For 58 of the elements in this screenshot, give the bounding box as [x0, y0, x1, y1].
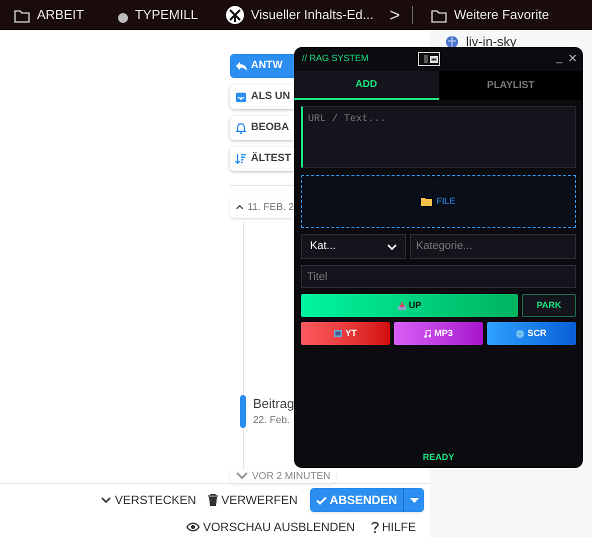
text-input[interactable]: URL / Text...	[301, 106, 576, 168]
chevron-down-icon	[387, 244, 397, 250]
chevron-down-icon	[236, 472, 248, 480]
toggle-icon	[418, 52, 440, 66]
chevron-down-icon	[100, 496, 111, 504]
panel-title: // RAG SYSTEM	[302, 52, 369, 66]
minimize-button[interactable]: _	[556, 52, 562, 64]
hide-button[interactable]: VERSTECKEN	[100, 491, 196, 509]
dropdown-button[interactable]	[403, 488, 424, 512]
upload-button[interactable]: UP	[301, 294, 518, 317]
music-note-icon	[424, 330, 432, 338]
bell-icon	[235, 122, 247, 134]
panel-tab[interactable]: PLAYLIST	[438, 71, 583, 100]
category-select[interactable]: Kat...	[301, 234, 406, 259]
bookmark[interactable]: TYPEMILL	[118, 5, 198, 25]
caret-icon	[410, 498, 418, 502]
file-label: FILE	[436, 194, 456, 208]
title-field[interactable]: Titel	[301, 265, 576, 288]
action-button[interactable]: ÄLTEST	[230, 147, 294, 171]
park-button[interactable]: PARK	[522, 294, 576, 317]
close-button[interactable]: ×	[568, 52, 577, 66]
more-bookmarks[interactable]: >	[389, 2, 400, 28]
action-button[interactable]: ALS UN	[230, 85, 294, 109]
sort-icon	[235, 153, 247, 165]
category-field[interactable]: Kategorie...	[410, 234, 576, 259]
tv-icon	[334, 330, 342, 337]
timeline-date: 11. FEB. 2	[247, 200, 294, 214]
status-text: READY	[422, 450, 456, 464]
inbox-icon	[235, 91, 247, 103]
question-icon	[370, 521, 379, 533]
bookmark[interactable]: ARBEIT	[14, 5, 84, 25]
reply-icon	[235, 60, 247, 72]
folder-icon	[430, 8, 447, 22]
post-date: 22. Feb.	[253, 414, 291, 428]
folder-icon	[421, 197, 432, 206]
trash-icon	[208, 494, 218, 506]
preview-toggle[interactable]: VORSCHAU AUSBLENDEN	[186, 518, 355, 536]
help-link[interactable]: HILFE	[370, 518, 416, 536]
panel-tab[interactable]: ADD	[294, 71, 438, 100]
source-button[interactable]: SCR	[487, 322, 576, 345]
folder-icon	[14, 8, 30, 22]
discard-button[interactable]: VERWERFEN	[208, 491, 298, 509]
eye-icon	[186, 522, 200, 532]
post-title[interactable]: Beitrag	[253, 395, 294, 413]
windmill-icon	[226, 6, 244, 24]
source-button[interactable]: MP3	[394, 322, 483, 345]
chevron-up-icon	[236, 203, 244, 211]
timeline-date: VOR 2 MINUTEN	[252, 470, 330, 484]
bookmark[interactable]: Visueller Inhalts-Ed...	[226, 5, 374, 25]
bookmark[interactable]: Weitere Favorite	[430, 5, 550, 25]
source-button[interactable]: YT	[301, 322, 390, 345]
upload-icon	[398, 302, 406, 310]
globe-icon	[516, 330, 524, 338]
post-marker	[240, 395, 246, 428]
dot-icon	[118, 13, 128, 23]
file-dropzone[interactable]: FILE	[301, 175, 576, 228]
check-icon	[316, 496, 327, 504]
action-button[interactable]: BEOBA	[230, 116, 294, 140]
